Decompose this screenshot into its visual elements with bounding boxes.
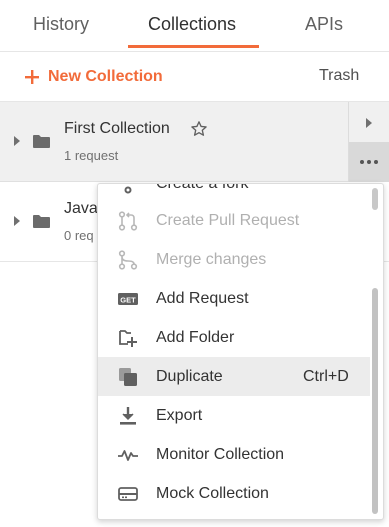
collection-request-count: 0 req (64, 228, 94, 243)
menu-item-create-fork[interactable]: Create a fork (98, 183, 370, 203)
collection-row[interactable]: First Collection 1 request (0, 102, 389, 182)
plus-icon (25, 70, 39, 84)
menu-item-add-request[interactable]: GET Add Request (98, 279, 370, 318)
menu-item-label: Mock Collection (156, 485, 269, 502)
trash-button[interactable]: Trash (319, 67, 359, 85)
menu-item-label: Duplicate (156, 368, 223, 385)
active-tab-indicator (128, 45, 259, 48)
collection-request-count: 1 request (64, 148, 119, 163)
star-icon[interactable] (190, 120, 208, 138)
menu-item-label: Export (156, 407, 203, 424)
collections-toolbar: New Collection Trash (0, 52, 389, 102)
menu-item-create-pull-request[interactable]: Create Pull Request (98, 201, 370, 240)
tab-apis[interactable]: APIs (305, 14, 343, 35)
dot (374, 160, 378, 164)
expand-caret-icon[interactable] (14, 216, 20, 226)
menu-item-export[interactable]: Export (98, 396, 370, 435)
folder-icon (33, 215, 50, 228)
scrollbar-up[interactable] (372, 188, 378, 210)
tab-collections[interactable]: Collections (148, 14, 236, 35)
svg-text:GET: GET (120, 295, 136, 304)
menu-item-monitor-collection[interactable]: Monitor Collection (98, 435, 370, 474)
shortcut-label: Ctrl+D (303, 368, 349, 385)
collection-actions-menu: Create a fork Create Pull Request Merge … (97, 183, 384, 520)
monitor-icon (118, 450, 138, 461)
menu-item-label: Create Pull Request (156, 212, 300, 229)
menu-item-duplicate[interactable]: Duplicate Ctrl+D (98, 357, 370, 396)
menu-item-mock-collection[interactable]: Mock Collection (98, 474, 370, 513)
tab-history[interactable]: History (33, 14, 89, 35)
dot (367, 160, 371, 164)
menu-scrollbar-thumb[interactable] (372, 288, 378, 514)
export-icon (120, 407, 136, 425)
expand-caret-icon[interactable] (14, 136, 20, 146)
menu-item-add-folder[interactable]: Add Folder (98, 318, 370, 357)
menu-item-label: Monitor Collection (156, 446, 285, 463)
mock-server-icon (118, 487, 138, 501)
get-request-icon: GET (118, 293, 138, 305)
new-collection-button[interactable]: New Collection (24, 65, 163, 89)
duplicate-icon (119, 368, 137, 386)
menu-item-label: Add Folder (156, 329, 235, 346)
more-actions-button[interactable] (349, 142, 389, 182)
fork-icon (124, 186, 132, 194)
collection-name: Java (64, 200, 98, 217)
pull-request-icon (118, 211, 138, 231)
menu-item-label: Merge changes (156, 251, 267, 268)
menu-item-label: Add Request (156, 290, 249, 307)
merge-icon (118, 250, 138, 270)
collection-name: First Collection (64, 120, 170, 137)
dot (360, 160, 364, 164)
folder-icon (33, 135, 50, 148)
expand-panel-arrow-icon[interactable] (366, 118, 372, 128)
new-collection-label: New Collection (48, 68, 163, 85)
menu-item-label: Create a fork (156, 183, 249, 192)
tab-bar: History Collections APIs (0, 0, 389, 52)
add-folder-icon (119, 330, 137, 347)
menu-item-merge-changes[interactable]: Merge changes (98, 240, 370, 279)
